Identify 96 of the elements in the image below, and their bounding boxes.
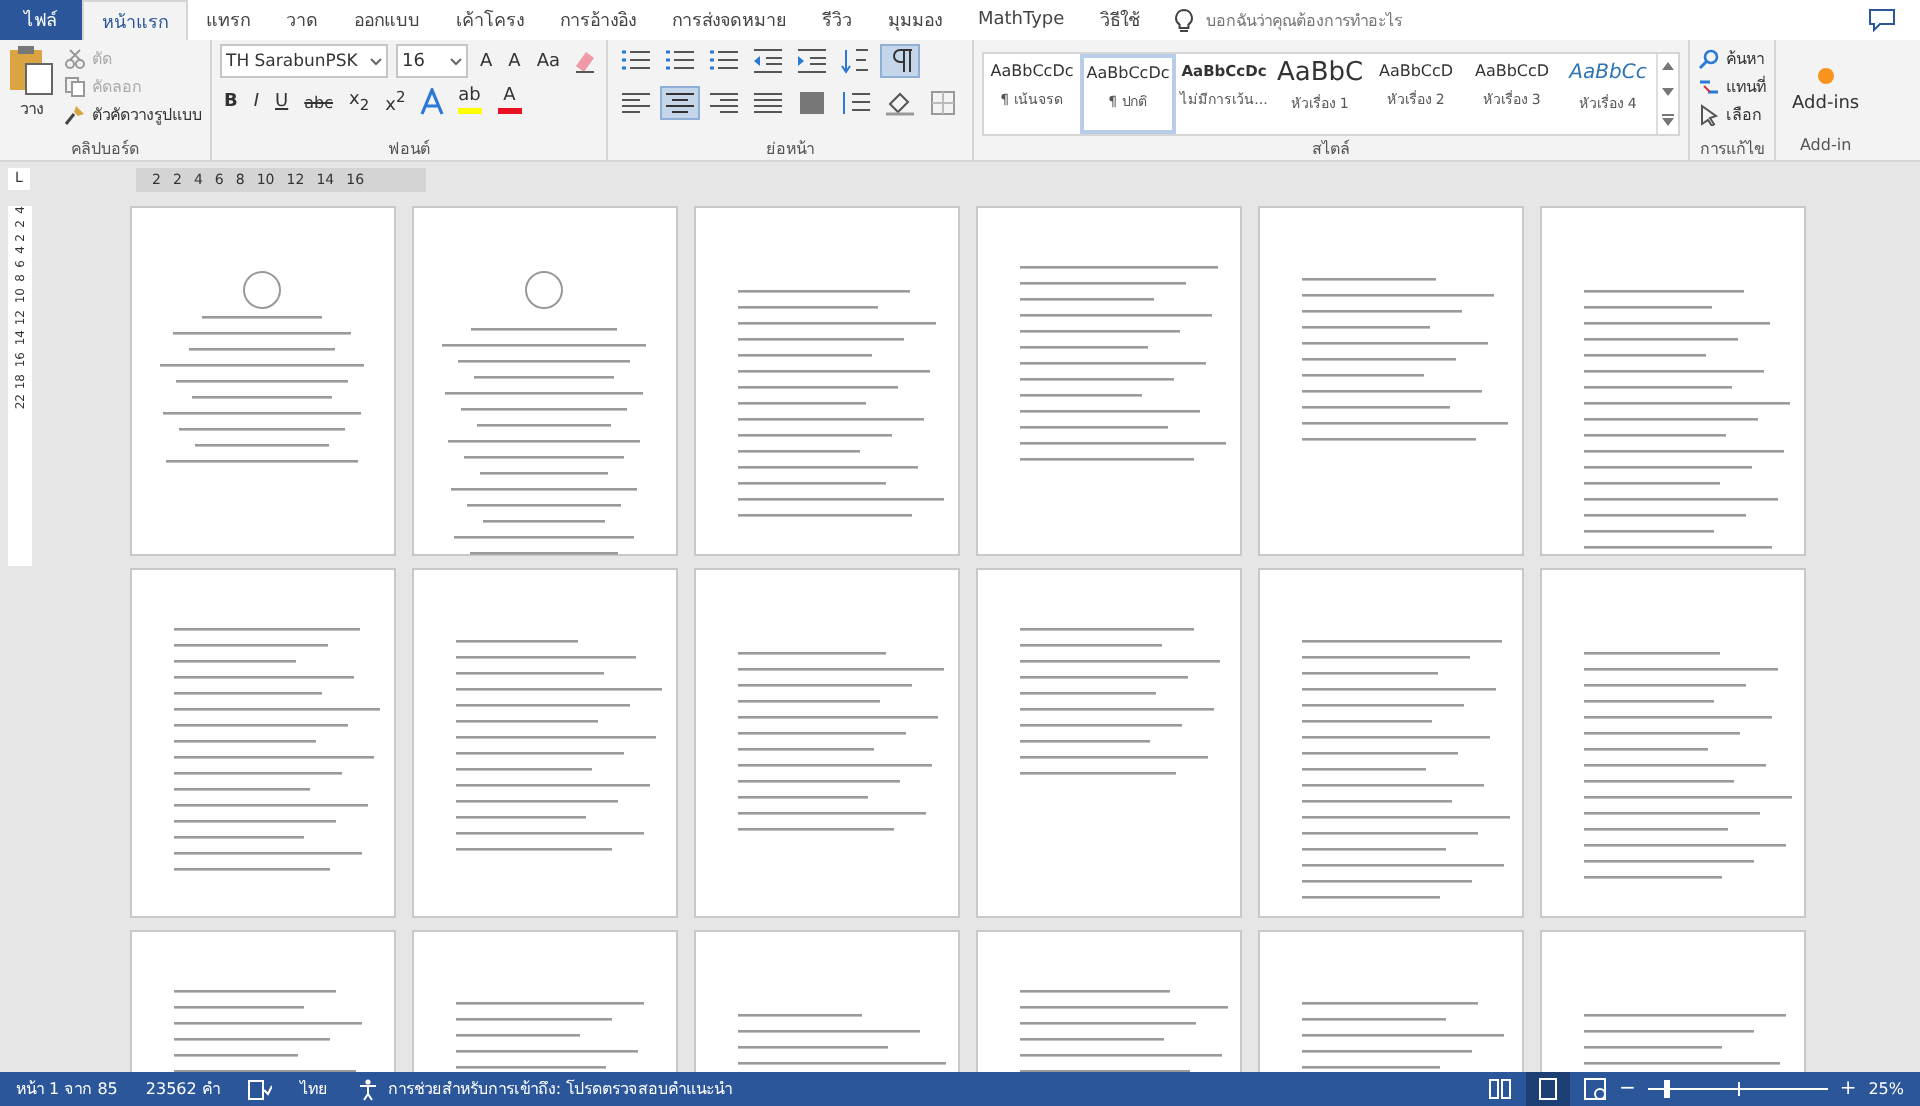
- group-label: สไตล์: [1310, 137, 1353, 160]
- format-button[interactable]: B: [220, 86, 242, 118]
- zoom-thumb[interactable]: [1663, 1080, 1670, 1098]
- scroll-down-icon[interactable]: [1662, 87, 1675, 96]
- file-tab[interactable]: ไฟล์: [0, 0, 82, 40]
- page-thumbnail[interactable]: [130, 206, 396, 556]
- format-button[interactable]: U: [271, 86, 293, 118]
- find-button[interactable]: ค้นหา: [1698, 44, 1767, 72]
- select-button[interactable]: เลือก: [1698, 100, 1767, 128]
- accessibility-status[interactable]: การช่วยสำหรับการเข้าถึง: โปรดตรวจสอบคำแนะนำ: [355, 1076, 733, 1102]
- group-label: Add-in: [1797, 136, 1854, 158]
- dot-icon: [1817, 67, 1834, 83]
- paintbrush-icon: [64, 103, 86, 125]
- replace-button[interactable]: แทนที่: [1698, 72, 1767, 100]
- zoom-out-button[interactable]: −: [1618, 1078, 1636, 1100]
- language[interactable]: ไทย: [299, 1076, 328, 1102]
- ribbon-tab[interactable]: แทรก: [188, 0, 268, 40]
- center-button[interactable]: [660, 86, 701, 120]
- ribbon-tab[interactable]: วิธีใช้: [1082, 0, 1159, 40]
- group-label: ฟอนต์: [386, 137, 432, 160]
- dropdown-icon: [370, 57, 382, 65]
- group-label: คลิปบอร์ด: [69, 137, 141, 160]
- bullets-icon: [620, 48, 653, 74]
- page-thumbnail[interactable]: [976, 206, 1242, 556]
- add-ins-button[interactable]: Add-ins: [1784, 67, 1868, 113]
- cursor-icon: [1698, 103, 1721, 125]
- dropdown-icon: [450, 57, 462, 65]
- painter-button[interactable]: ตัวคัดวางรูปแบบ: [64, 100, 202, 128]
- font-button[interactable]: Aa: [532, 45, 565, 77]
- page-thumbnail[interactable]: [412, 568, 678, 918]
- ribbon-tab[interactable]: วาด: [268, 0, 336, 40]
- page-thumbnail[interactable]: [1258, 568, 1524, 918]
- page-thumbnail[interactable]: [1258, 206, 1524, 556]
- ribbon-tab[interactable]: MathType: [960, 0, 1083, 40]
- scissors-icon: [64, 47, 86, 69]
- right-icon: [708, 90, 741, 116]
- distributed-icon: [796, 90, 829, 116]
- lightbulb-icon: [1174, 7, 1195, 33]
- numbering-icon: [664, 48, 697, 74]
- word-count[interactable]: 23562 คำ: [145, 1076, 220, 1102]
- page-thumbnail[interactable]: [694, 568, 960, 918]
- indent-icon: [796, 48, 829, 74]
- ribbon-tab[interactable]: ออกแบบ: [336, 0, 438, 40]
- replace-icon: [1698, 75, 1721, 97]
- sort-icon: [840, 48, 873, 74]
- ribbon-tab[interactable]: การส่งจดหมาย: [654, 0, 804, 40]
- web-view-icon: [1584, 1078, 1609, 1100]
- tell-me-field[interactable]: บอกฉันว่าคุณต้องการทำอะไร: [1202, 9, 1531, 31]
- ribbon-tab[interactable]: มุมมอง: [870, 0, 960, 40]
- font-color-button[interactable]: A: [493, 86, 526, 118]
- page-thumbnail[interactable]: [130, 568, 396, 918]
- text-effects-icon[interactable]: [417, 88, 446, 116]
- format-button[interactable]: I: [249, 86, 264, 118]
- comment-icon[interactable]: [1868, 8, 1896, 32]
- paste-button[interactable]: วาง: [8, 44, 56, 136]
- ribbon-tab[interactable]: หน้าแรก: [82, 0, 188, 40]
- page-thumbnail[interactable]: [412, 206, 678, 556]
- ribbon-tab[interactable]: เค้าโครง: [438, 0, 542, 40]
- print-view-button[interactable]: [1526, 1072, 1571, 1106]
- accessibility-icon: [355, 1077, 380, 1101]
- shading-icon: [884, 90, 917, 116]
- ribbon-tab[interactable]: รีวิว: [804, 0, 870, 40]
- multilevel-icon: [708, 48, 741, 74]
- left-icon: [620, 90, 653, 116]
- eraser-icon[interactable]: [572, 48, 599, 74]
- page-thumbnail[interactable]: [976, 568, 1242, 918]
- search-icon: [1698, 47, 1721, 69]
- read-view-icon: [1488, 1078, 1513, 1100]
- font-name-field[interactable]: TH SarabunPSK: [220, 44, 388, 78]
- format-button[interactable]: abc: [300, 86, 338, 118]
- font-button[interactable]: A: [504, 45, 525, 77]
- font-button[interactable]: A: [476, 45, 497, 77]
- page-thumbnail[interactable]: [1540, 568, 1806, 918]
- scroll-up-icon[interactable]: [1662, 62, 1675, 71]
- print-view-icon: [1536, 1078, 1561, 1100]
- zoom-level[interactable]: 25%: [1868, 1080, 1904, 1098]
- ribbon-tab[interactable]: การอ้างอิง: [542, 0, 654, 40]
- format-button[interactable]: x$^{2}$: [381, 86, 410, 118]
- page-count[interactable]: หน้า 1 จาก 85: [16, 1076, 118, 1102]
- justify-icon: [752, 90, 785, 116]
- zoom-in-button[interactable]: +: [1839, 1078, 1857, 1100]
- font-size-field[interactable]: 16: [396, 44, 468, 78]
- format-button[interactable]: x$_{2}$: [345, 86, 374, 118]
- spacing-icon: [840, 90, 873, 116]
- more-icon[interactable]: [1662, 113, 1675, 126]
- proofing-icon[interactable]: [247, 1079, 272, 1099]
- outdent-icon: [752, 48, 785, 74]
- page-thumbnail[interactable]: [694, 206, 960, 556]
- copy-icon: [64, 75, 86, 97]
- page-thumbnail[interactable]: [1540, 206, 1806, 556]
- group-label: การแก้ไข: [1698, 138, 1767, 160]
- group-label: ย่อหน้า: [764, 138, 817, 160]
- borders-icon: [928, 90, 961, 116]
- pilcrow-button[interactable]: [880, 44, 921, 78]
- highlight-button[interactable]: ab: [453, 86, 486, 118]
- center-icon: [664, 90, 697, 116]
